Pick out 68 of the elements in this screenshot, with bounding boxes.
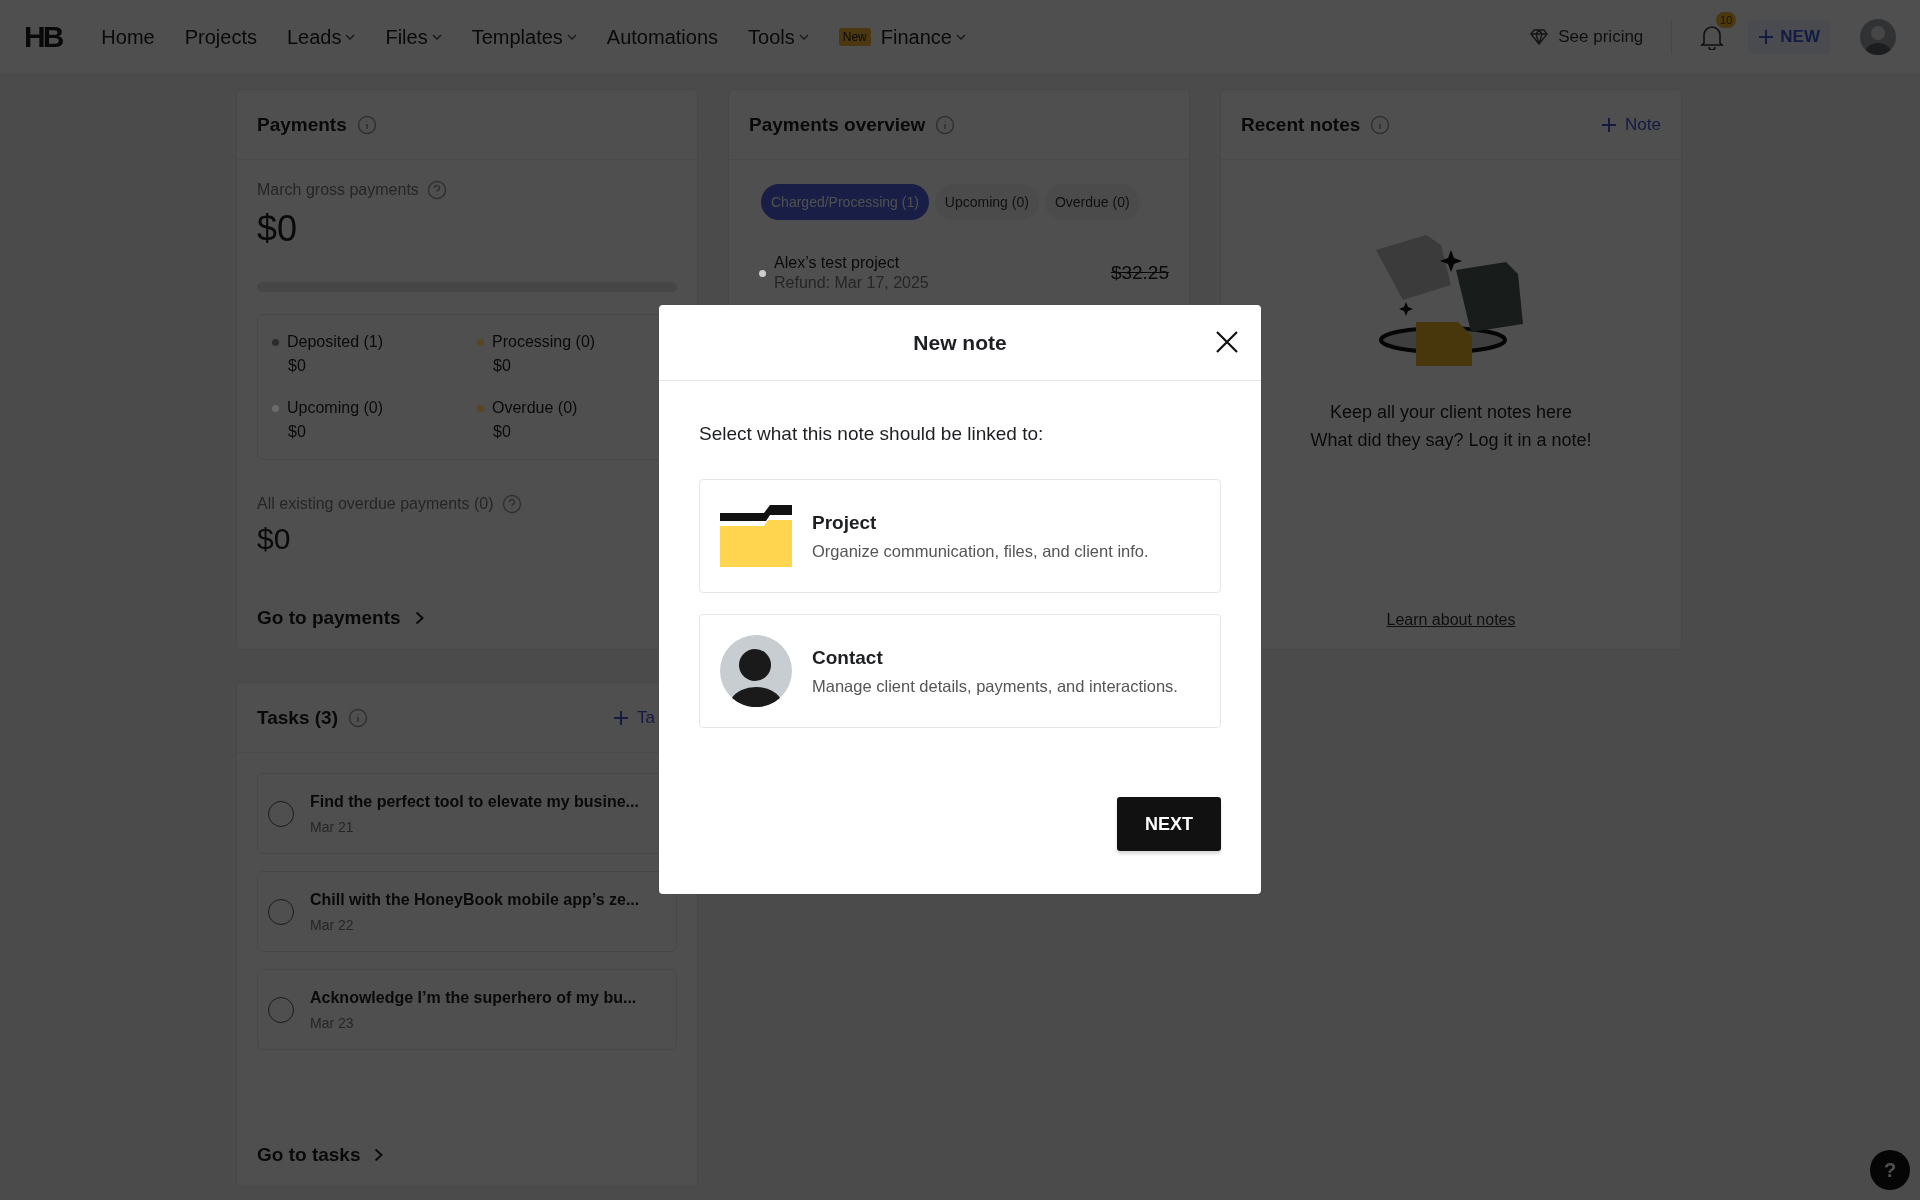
payment-amount: $32.25 [1110,262,1169,284]
help-icon [426,180,447,200]
plus-icon [613,709,630,726]
go-to-payments-link[interactable]: Go to payments [257,607,677,629]
card-title: Payments [257,113,347,136]
info-icon [356,114,377,135]
pricing-label: See pricing [1558,27,1644,47]
nav-item[interactable]: Templates [471,25,577,49]
filter-tab[interactable]: Upcoming (0) [934,184,1039,220]
diamond-icon [1530,29,1549,45]
task-title: Acknowledge I’m the superhero of my bu... [310,988,637,1007]
dialog-title: New note [913,330,1007,355]
nav-item[interactable]: Home [101,25,155,49]
nav-item[interactable]: Projects [184,25,257,49]
option-description: Manage client details, payments, and interactions. [812,676,1178,696]
user-avatar[interactable] [1860,19,1896,55]
next-button[interactable]: NEXT [1117,797,1221,851]
row-dot [759,269,766,277]
info-icon [935,114,956,135]
nav-item[interactable]: Files [385,25,442,49]
add-task-link[interactable]: Ta [613,707,655,728]
see-pricing-link[interactable]: See pricing [1530,20,1673,54]
nav-item[interactable]: New Finance [838,25,966,49]
plus-icon [1601,116,1618,133]
empty-state-text: Keep all your client notes here [1328,401,1574,424]
nav-item[interactable]: Automations [606,25,718,49]
status-label: Processing (0) [492,333,596,351]
help-button[interactable]: ? [1870,1150,1910,1190]
filter-tab[interactable]: Overdue (0) [1044,184,1140,220]
new-badge: New [838,28,871,46]
chevron-right-icon [414,611,424,625]
task-title: Find the perfect tool to elevate my busine... [310,792,639,811]
nav-item[interactable]: Tools [748,25,809,49]
card-title: Recent notes [1241,113,1361,136]
bell-icon[interactable] [1700,24,1725,50]
plus-icon [1758,29,1775,45]
status-label: Overdue (0) [492,399,578,417]
help-icon [501,494,522,514]
status-amount: $0 [288,423,307,441]
learn-about-notes-link[interactable]: Learn about notes [1386,611,1516,629]
card-title: Payments overview [749,113,926,136]
gross-amount: $0 [257,208,299,250]
chevron-right-icon [374,1148,384,1162]
status-amount: $0 [288,357,307,375]
status-amount: $0 [493,423,512,441]
folder-icon [720,505,792,567]
dialog-prompt: Select what this note should be linked to: [699,423,1045,445]
person-avatar-icon [720,635,792,707]
option-title: Project [812,511,878,534]
overdue-amount: $0 [257,522,292,556]
status-label: Upcoming (0) [287,399,384,417]
project-name: Alex’s test project [774,254,901,272]
option-title: Contact [812,646,884,669]
status-label: Deposited (1) [287,333,384,351]
option-description: Organize communication, files, and client info. [812,541,1149,561]
link-option[interactable]: Project Organize communication, files, and client info. [699,479,1221,593]
logo[interactable]: HB [24,20,62,54]
link-option[interactable]: Contact Manage client details, payments, and interactions. [699,614,1221,728]
card-title: Tasks (3) [257,706,338,729]
add-note-link[interactable]: Note [1601,114,1661,135]
close-button[interactable] [1215,330,1239,354]
empty-state-text: What did they say? Log it in a note! [1310,429,1592,452]
info-icon [347,707,368,728]
go-to-tasks-link[interactable]: Go to tasks [257,1144,677,1166]
task-title: Chill with the HoneyBook mobile app’s ze... [310,890,640,909]
info-icon [1370,114,1391,135]
nav-item[interactable]: Leads [286,25,356,49]
status-amount: $0 [493,357,512,375]
